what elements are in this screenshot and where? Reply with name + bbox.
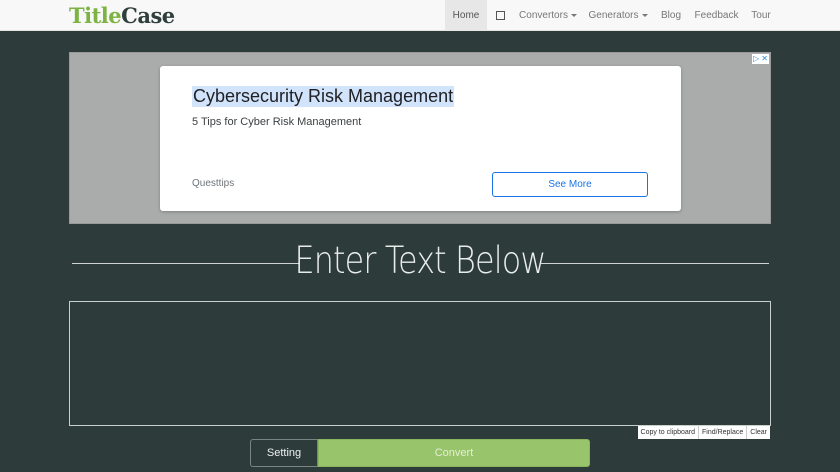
- nav-convertors-label: Convertors: [519, 10, 568, 21]
- find-replace-button[interactable]: Find/Replace: [698, 426, 746, 439]
- ad-source: Questtips: [192, 178, 235, 189]
- nav-home-label: Home: [452, 10, 480, 21]
- nav-toggle-button[interactable]: [487, 0, 513, 31]
- caret-down-icon: [570, 14, 577, 17]
- nav-home[interactable]: Home: [445, 0, 487, 31]
- setting-button[interactable]: Setting: [250, 439, 318, 467]
- nav-blog-label: Blog: [660, 10, 681, 21]
- square-icon: [495, 11, 505, 20]
- nav-feedback[interactable]: Feedback: [689, 0, 744, 31]
- setting-button-label: Setting: [266, 447, 302, 459]
- nav-blog[interactable]: Blog: [653, 0, 689, 31]
- play-icon: ▷: [753, 54, 760, 63]
- ad-subtitle: 5 Tips for Cyber Risk Management: [192, 116, 362, 128]
- ad-see-more-button[interactable]: See More: [492, 172, 648, 197]
- ad-card[interactable]: Cybersecurity Risk Management 5 Tips for…: [160, 66, 681, 211]
- nav-tour-label: Tour: [751, 10, 771, 21]
- convert-button-label: Convert: [434, 447, 474, 459]
- text-input-area[interactable]: [69, 301, 771, 426]
- ad-banner: ▷ ✕ Cybersecurity Risk Management 5 Tips …: [69, 52, 771, 224]
- nav-convertors-dropdown[interactable]: Convertors: [513, 0, 583, 31]
- brand-logo-title: Title: [69, 3, 122, 28]
- close-icon: ✕: [761, 54, 768, 63]
- nav-generators-dropdown[interactable]: Generators: [583, 0, 653, 31]
- editor-toolbar: Copy to clipboard Find/Replace Clear: [637, 426, 770, 439]
- clear-button[interactable]: Clear: [746, 426, 770, 439]
- ad-choices-icon[interactable]: ▷ ✕: [752, 54, 769, 64]
- ad-title[interactable]: Cybersecurity Risk Management: [192, 86, 455, 107]
- copy-to-clipboard-button[interactable]: Copy to clipboard: [638, 426, 698, 439]
- convert-button[interactable]: Convert: [318, 439, 590, 467]
- brand-logo[interactable]: TitleCase: [69, 3, 175, 28]
- top-navbar: TitleCase Home Convertors Generators Blo…: [0, 0, 840, 31]
- nav-feedback-label: Feedback: [694, 10, 739, 21]
- nav-generators-label: Generators: [588, 10, 639, 21]
- nav-tour[interactable]: Tour: [744, 0, 778, 31]
- page-heading: Enter Text Below: [294, 239, 547, 282]
- caret-down-icon: [641, 14, 648, 17]
- brand-logo-case: Case: [121, 3, 175, 28]
